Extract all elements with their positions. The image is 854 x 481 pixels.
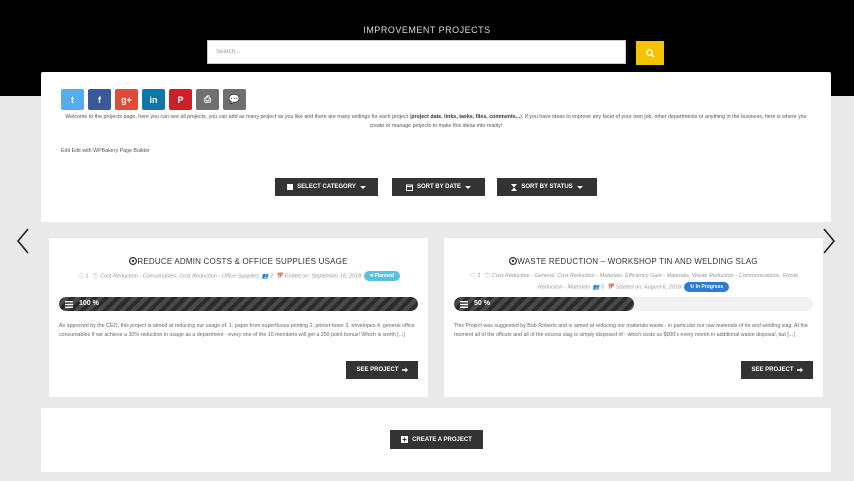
- project-card: WASTE REDUCTION – WORKSHOP TIN AND WELDI…: [444, 238, 823, 397]
- plus-square-icon: [401, 436, 409, 443]
- calendar-icon: 📅: [276, 273, 284, 280]
- project-card: REDUCE ADMIN COSTS & OFFICE SUPPLIES USA…: [49, 238, 428, 397]
- sort-by-date-button[interactable]: SORT BY DATE: [392, 178, 485, 196]
- member-count: 5: [601, 284, 605, 291]
- caret-down-icon: [359, 185, 366, 189]
- progress-fill: [59, 297, 418, 311]
- tag-icon: 🏷: [91, 273, 99, 280]
- project-description: As approved by the CEO, this project is …: [59, 323, 415, 338]
- list-icon: [287, 184, 294, 190]
- project-meta: 🗨 2 🏷 Cost Reduction - General, Cost Red…: [458, 271, 809, 293]
- intro-text-start: Welcome to the projects page, here you c…: [65, 114, 412, 120]
- facebook-icon[interactable]: f: [88, 89, 111, 110]
- project-categories[interactable]: Cost Reduction - Consumables, Cost Reduc…: [100, 273, 259, 279]
- tasks-icon: [65, 300, 73, 308]
- project-meta: 🗨 1 🏷 Cost Reduction - Consumables, Cost…: [63, 271, 414, 282]
- see-project-button[interactable]: SEE PROJECT: [346, 361, 418, 379]
- twitter-icon[interactable]: t: [61, 89, 84, 110]
- progress-bar: 50 %: [454, 297, 813, 311]
- google-plus-icon[interactable]: g+: [115, 89, 138, 110]
- search-icon: [645, 48, 655, 58]
- sort-by-status-label: SORT BY STATUS: [521, 184, 573, 190]
- calendar-icon: 📅: [607, 284, 615, 291]
- tag-icon: 🏷: [483, 273, 491, 279]
- arrow-right-icon: [401, 367, 408, 373]
- sort-by-status-button[interactable]: SORT BY STATUS: [497, 178, 597, 196]
- project-title[interactable]: REDUCE ADMIN COSTS & OFFICE SUPPLIES USA…: [49, 257, 428, 266]
- project-title[interactable]: WASTE REDUCTION – WORKSHOP TIN AND WELDI…: [444, 257, 823, 266]
- users-icon: 👥: [261, 273, 269, 280]
- member-count: 2: [270, 273, 274, 280]
- see-project-button[interactable]: SEE PROJECT: [741, 361, 813, 379]
- previous-arrow-icon[interactable]: [15, 226, 31, 256]
- users-icon: 👥: [592, 284, 600, 291]
- intro-text: Welcome to the projects page, here you c…: [61, 113, 811, 130]
- tasks-icon: [460, 300, 468, 308]
- comment-icon: 🗨: [77, 273, 84, 280]
- social-share-bar: t f g+ in P ⎙ 💬: [61, 89, 246, 110]
- select-category-button[interactable]: SELECT CATEGORY: [275, 178, 378, 196]
- comment-count: 2: [477, 273, 481, 279]
- project-date: Ended on: September 18, 2018: [284, 273, 362, 280]
- create-project-button[interactable]: CREATE A PROJECT: [390, 430, 483, 449]
- status-badge: ⌗ Planned: [364, 271, 400, 281]
- linkedin-icon[interactable]: in: [142, 89, 165, 110]
- arrow-right-icon: [796, 367, 803, 373]
- intro-text-bold: project date, links, tasks, files, comme…: [411, 114, 521, 120]
- caret-down-icon: [576, 185, 583, 189]
- progress-label: 50 %: [474, 300, 490, 307]
- comment-icon: 🗨: [468, 273, 476, 279]
- caret-down-icon: [465, 185, 472, 189]
- intro-card: t f g+ in P ⎙ 💬 Welcome to the projects page, …: [41, 72, 831, 222]
- edit-page-link[interactable]: Edit Edit with WPBakery Page Builder: [61, 148, 150, 154]
- status-badge: ↻ In Progress: [684, 282, 730, 292]
- progress-bar: 100 %: [59, 297, 418, 311]
- comment-count: 1: [85, 273, 89, 280]
- comment-icon[interactable]: 💬: [223, 89, 246, 110]
- progress-label: 100 %: [79, 300, 99, 307]
- print-icon[interactable]: ⎙: [196, 89, 219, 110]
- hourglass-icon: [511, 183, 518, 191]
- create-project-card: CREATE A PROJECT: [41, 408, 831, 472]
- search-input[interactable]: [207, 40, 626, 64]
- search-button[interactable]: [636, 41, 664, 65]
- select-category-label: SELECT CATEGORY: [297, 184, 356, 190]
- project-date: Started on: August 6, 2018: [615, 284, 681, 291]
- project-description: This Project was suggested by Bob Robert…: [454, 323, 808, 338]
- sort-by-date-label: SORT BY DATE: [416, 184, 462, 190]
- pinterest-icon[interactable]: P: [169, 89, 192, 110]
- page-title: IMPROVEMENT PROJECTS: [363, 25, 491, 35]
- next-arrow-icon[interactable]: [821, 226, 837, 256]
- calendar-icon: [405, 184, 413, 191]
